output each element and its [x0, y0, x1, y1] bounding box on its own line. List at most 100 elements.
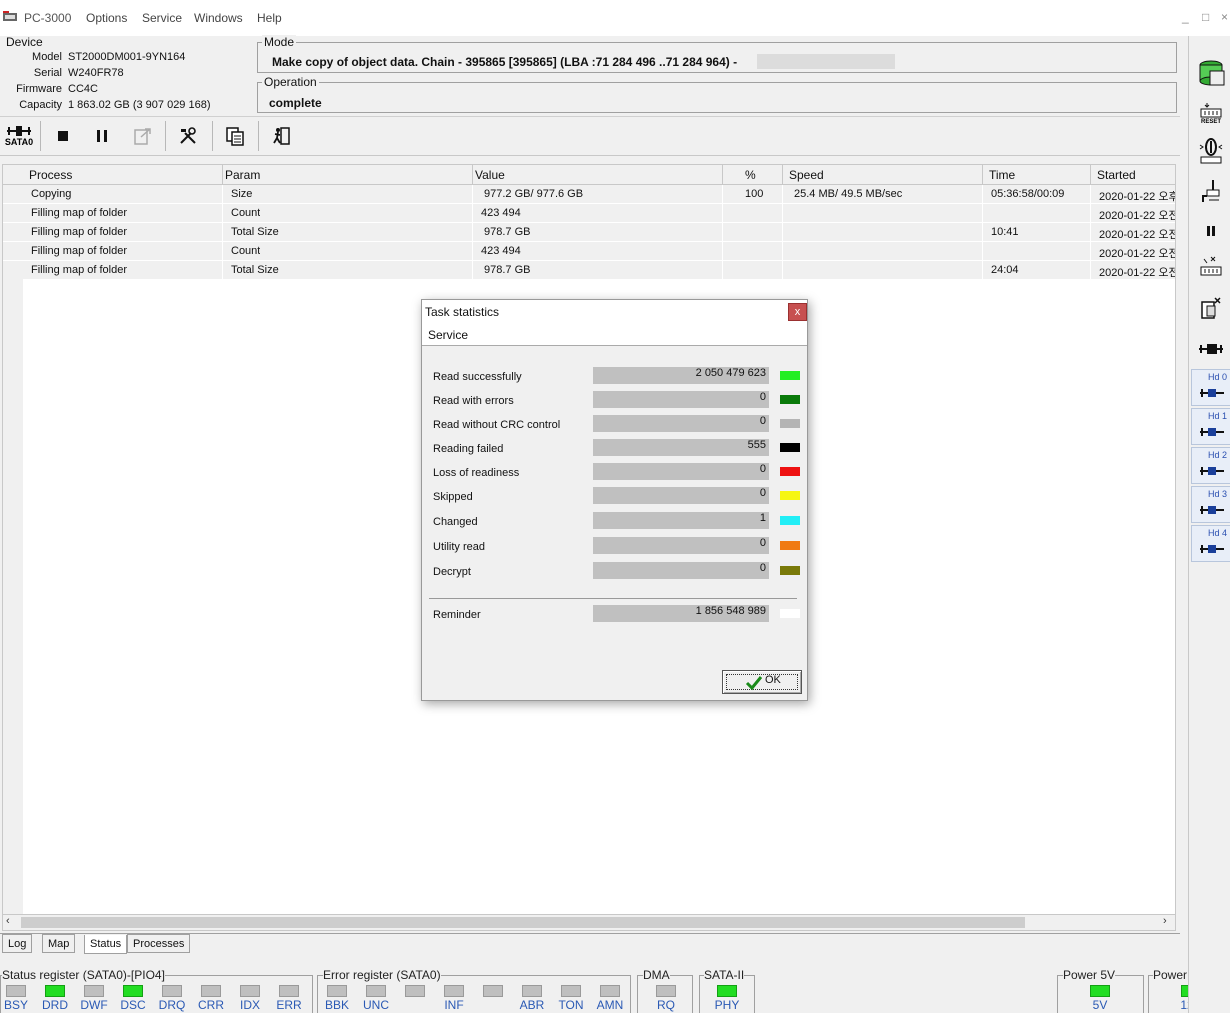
reset-icon: [1200, 103, 1222, 118]
sata-port-icon: [7, 126, 31, 136]
stat-label-read-successfully: Read successfully: [433, 371, 522, 383]
menu-windows[interactable]: Windows: [194, 11, 243, 25]
cell-value: 978.7 GB: [484, 226, 531, 238]
toolbar-separator: [258, 121, 259, 151]
hd3-button[interactable]: Hd 3: [1191, 486, 1230, 523]
pause-button[interactable]: [86, 120, 118, 152]
hd2-button[interactable]: Hd 2: [1191, 447, 1230, 484]
plug-button[interactable]: [1193, 174, 1229, 208]
cell-percent: 100: [745, 188, 764, 200]
column-divider[interactable]: [1090, 165, 1091, 185]
stat-label-reading-failed: Reading failed: [433, 443, 504, 455]
cell-value: 978.7 GB: [484, 264, 531, 276]
settings-copy-button[interactable]: [1193, 292, 1229, 326]
copy-button[interactable]: [219, 120, 251, 152]
close-button[interactable]: ×: [1221, 10, 1228, 24]
scroll-thumb[interactable]: [21, 917, 1025, 928]
tab-status[interactable]: Status: [84, 935, 128, 954]
column-divider[interactable]: [472, 165, 473, 185]
exit-button[interactable]: [265, 120, 297, 152]
table-row[interactable]: Filling map of folder Total Size 978.7 G…: [3, 223, 1175, 242]
led-label-drd: DRD: [42, 998, 68, 1012]
row-divider: [722, 223, 723, 242]
stat-value-loss-of-readiness: 0: [759, 463, 766, 475]
app-icon: [3, 11, 17, 21]
hd4-button[interactable]: Hd 4: [1191, 525, 1230, 562]
column-divider[interactable]: [222, 165, 223, 185]
panel-pause-button[interactable]: [1193, 214, 1229, 248]
minimize-button[interactable]: _: [1182, 10, 1189, 24]
row-divider: [472, 185, 473, 204]
connector-button[interactable]: [1193, 332, 1229, 366]
power5-title: Power 5V: [1063, 968, 1116, 982]
hd0-button[interactable]: Hd 0: [1191, 369, 1230, 406]
export-button[interactable]: [127, 120, 159, 152]
cell-param: Count: [231, 245, 261, 257]
cell-time: 24:04: [991, 264, 1019, 276]
capacity-label: Capacity: [19, 99, 62, 111]
menu-help[interactable]: Help: [257, 11, 282, 25]
led-drd: [45, 985, 65, 997]
reset-button[interactable]: RESET: [1193, 96, 1229, 130]
led-bsy: [6, 985, 26, 997]
row-divider: [782, 242, 783, 261]
dialog-menu-service[interactable]: Service: [428, 328, 468, 342]
led-unlabeled: [405, 985, 425, 997]
column-divider[interactable]: [722, 165, 723, 185]
column-header-time[interactable]: Time: [989, 168, 1015, 182]
table-row[interactable]: Filling map of folder Total Size 978.7 G…: [3, 261, 1175, 280]
stat-value-utility-read: 0: [759, 537, 766, 549]
stop-button[interactable]: [47, 120, 79, 152]
row-divider: [982, 223, 983, 242]
column-header-process[interactable]: Process: [29, 168, 72, 182]
database-button[interactable]: [1193, 56, 1229, 90]
sata-port-button[interactable]: SATA0: [2, 120, 36, 152]
menu-service[interactable]: Service: [142, 11, 182, 25]
settings-copy-icon: [1201, 297, 1221, 319]
column-header-value[interactable]: Value: [475, 168, 505, 182]
column-divider[interactable]: [982, 165, 983, 185]
table-row[interactable]: Filling map of folder Count 423 494 2020…: [3, 204, 1175, 223]
exit-icon: [273, 127, 290, 145]
stat-color-swatch: [780, 467, 800, 476]
row-divider: [782, 204, 783, 223]
column-header-started[interactable]: Started: [1097, 168, 1136, 182]
table-row[interactable]: Copying Size 977.2 GB/ 977.6 GB 100 25.4…: [3, 185, 1175, 204]
column-header-param[interactable]: Param: [225, 168, 260, 182]
dialog-title-bar[interactable]: Task statistics x: [422, 300, 807, 324]
menu-options[interactable]: Options: [86, 11, 127, 25]
maximize-button[interactable]: □: [1202, 10, 1209, 24]
app-title: PC-3000: [24, 11, 72, 25]
horizontal-scrollbar[interactable]: ‹ ›: [2, 914, 1176, 931]
row-divider: [782, 223, 783, 242]
column-divider[interactable]: [782, 165, 783, 185]
dialog-close-button[interactable]: x: [788, 303, 807, 321]
table-row[interactable]: Filling map of folder Count 423 494 2020…: [3, 242, 1175, 261]
stat-value-box: 0: [593, 487, 769, 504]
tools-button[interactable]: [172, 120, 204, 152]
tab-map[interactable]: Map: [42, 934, 76, 953]
column-header-percent[interactable]: %: [745, 168, 756, 182]
led-amn: [600, 985, 620, 997]
led-err: [279, 985, 299, 997]
operation-group-label: Operation: [262, 75, 319, 89]
scroll-right-icon[interactable]: ›: [1163, 915, 1167, 927]
scroll-left-icon[interactable]: ‹: [6, 915, 10, 927]
model-value: ST2000DM001-9YN164: [68, 51, 186, 63]
hd1-button[interactable]: Hd 1: [1191, 408, 1230, 445]
ok-button[interactable]: OK: [722, 670, 802, 694]
stat-label-decrypt: Decrypt: [433, 566, 471, 578]
tab-log[interactable]: Log: [2, 934, 33, 953]
cell-started: 2020-01-22 오전: [1099, 267, 1175, 279]
cell-started: 2020-01-22 오전: [1099, 229, 1175, 241]
error-register-title: Error register (SATA0): [323, 968, 441, 982]
column-header-speed[interactable]: Speed: [789, 168, 824, 182]
stat-color-swatch: [780, 609, 800, 618]
capacity-value: 1 863.02 GB (3 907 029 168): [68, 99, 211, 111]
stat-value-box: 0: [593, 562, 769, 579]
row-divider: [782, 185, 783, 204]
tab-processes[interactable]: Processes: [127, 934, 191, 953]
power-cycle-button[interactable]: [1193, 134, 1229, 168]
chip-button[interactable]: [1193, 250, 1229, 284]
led-label-ton: TON: [558, 998, 584, 1012]
